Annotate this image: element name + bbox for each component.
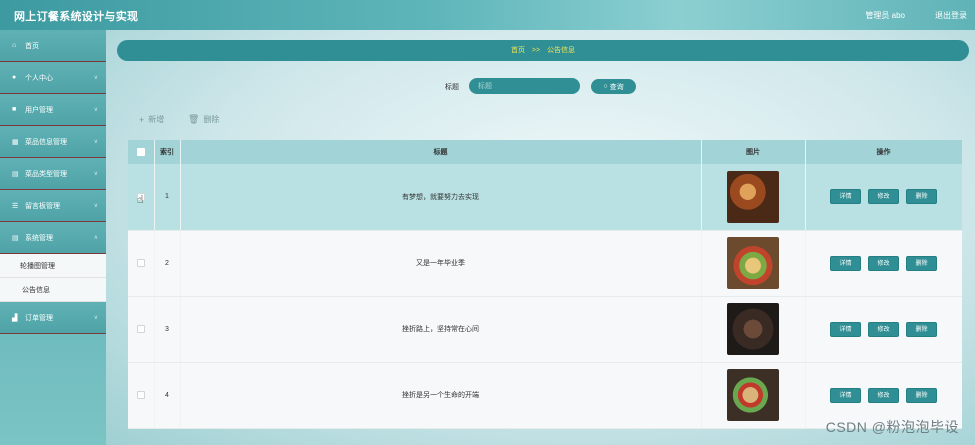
chevron-down-icon: ∨: [93, 315, 98, 321]
chevron-down-icon: ∨: [93, 203, 98, 209]
table-row[interactable]: 3 挫折路上，坚持常在心间 详情 修改 删除: [128, 296, 962, 363]
breadcrumb-home[interactable]: 首页: [511, 47, 525, 54]
sidebar-item-label: 订单管理: [25, 314, 53, 322]
search-button-label: 查询: [609, 83, 624, 91]
food-thumbnail: [727, 170, 779, 223]
admin-label: 管理员 abo: [865, 11, 905, 20]
search-button[interactable]: ○ 查询: [590, 78, 637, 95]
search-input[interactable]: [469, 78, 580, 94]
header-index: 索引: [154, 140, 181, 164]
sidebar-item-dish-types[interactable]: ▤ 菜品类型管理 ∨: [0, 158, 106, 190]
row-delete-button[interactable]: 删除: [906, 189, 937, 205]
sidebar-item-messages[interactable]: ☰ 留言板管理 ∨: [0, 190, 106, 222]
grid-icon: ▦: [12, 138, 19, 146]
add-button[interactable]: + 新增: [139, 114, 164, 125]
row-title: 挫折路上，坚持常在心间: [180, 296, 702, 363]
detail-button[interactable]: 详情: [830, 321, 861, 337]
chevron-down-icon: ∨: [93, 139, 98, 145]
announcement-table: 索引 标题 图片 操作 1 有梦想，就要努力去实现 详情 修改 删除 2 又是一…: [128, 140, 962, 445]
search-icon: ○: [603, 83, 608, 90]
watermark: CSDN @粉泡泡毕设: [825, 419, 959, 435]
sidebar-item-dishes[interactable]: ▦ 菜品信息管理 ∨: [0, 126, 106, 158]
sidebar-item-label: 首页: [25, 42, 39, 50]
user-icon: ●: [12, 74, 17, 81]
search-label: 标题: [445, 84, 459, 91]
breadcrumb-current: 公告信息: [547, 47, 576, 54]
row-delete-button[interactable]: 删除: [906, 321, 937, 337]
delete-button[interactable]: 🗑 删除: [188, 114, 219, 125]
row-title: 挫折是另一个生命的开端: [180, 362, 702, 429]
sidebar-item-label: 个人中心: [25, 74, 53, 82]
chevron-down-icon: ∨: [93, 107, 98, 113]
header-image: 图片: [701, 140, 806, 164]
sidebar-subitem-carousel[interactable]: 轮播图管理: [0, 254, 106, 278]
doc-icon: ▤: [12, 170, 19, 178]
sidebar-item-label: 留言板管理: [25, 202, 60, 210]
list-icon: ☰: [12, 202, 19, 210]
sidebar-item-profile[interactable]: ● 个人中心 ∨: [0, 62, 106, 94]
add-button-label: 新增: [148, 115, 165, 124]
select-all-checkbox[interactable]: [136, 148, 145, 156]
trash-icon: 🗑: [188, 114, 200, 124]
detail-button[interactable]: 详情: [830, 189, 861, 205]
row-index: 1: [154, 164, 181, 231]
chevron-down-icon: ∨: [93, 75, 98, 81]
header-title: 标题: [180, 140, 702, 164]
sidebar: ⌂ 首页 ● 个人中心 ∨ ■ 用户管理 ∨ ▦ 菜品信息管理 ∨ ▤ 菜品类型…: [0, 30, 106, 445]
sidebar-item-label: 菜品信息管理: [25, 138, 67, 146]
food-thumbnail: [727, 369, 779, 421]
sidebar-item-home[interactable]: ⌂ 首页: [0, 30, 106, 62]
sidebar-subitem-announcements[interactable]: 公告信息: [0, 278, 106, 302]
chevron-down-icon: ∨: [93, 171, 98, 177]
app-title: 网上订餐系统设计与实现: [14, 11, 139, 23]
plus-icon: +: [139, 114, 145, 125]
system-submenu: 轮播图管理 公告信息: [0, 254, 106, 302]
logout-link[interactable]: 退出登录: [935, 10, 967, 21]
chevron-up-icon: ∧: [93, 235, 98, 241]
row-delete-button[interactable]: 删除: [906, 255, 937, 271]
breadcrumb-separator: >>: [531, 47, 541, 54]
briefcase-icon: ■: [12, 106, 17, 113]
sidebar-item-users[interactable]: ■ 用户管理 ∨: [0, 94, 106, 126]
chart-icon: ▟: [12, 314, 18, 322]
row-index: 4: [154, 362, 181, 429]
breadcrumb: 首页 >> 公告信息: [117, 40, 969, 61]
detail-button[interactable]: 详情: [830, 255, 861, 271]
hand-cursor-icon: ☝: [137, 194, 144, 206]
row-title: 有梦想，就要努力去实现: [180, 164, 702, 231]
detail-button[interactable]: 详情: [830, 387, 861, 403]
doc-icon: ▤: [12, 234, 19, 242]
sidebar-item-orders[interactable]: ▟ 订单管理 ∨: [0, 302, 106, 334]
table-header-row: 索引 标题 图片 操作: [128, 140, 962, 164]
select-all-cell: [128, 140, 155, 164]
edit-button[interactable]: 修改: [868, 255, 899, 271]
row-index: 2: [154, 230, 181, 297]
home-icon: ⌂: [12, 42, 17, 49]
edit-button[interactable]: 修改: [868, 321, 899, 337]
sidebar-item-label: 菜品类型管理: [25, 170, 67, 178]
food-thumbnail: [727, 237, 779, 289]
food-thumbnail: [727, 303, 779, 355]
delete-button-label: 删除: [203, 115, 220, 124]
table-row[interactable]: 2 又是一年毕业季 详情 修改 删除: [128, 230, 962, 297]
main-content: 首页 >> 公告信息 标题 ○ 查询 + 新增 🗑 删除 索引 标题 图片: [106, 30, 975, 445]
table-row[interactable]: 1 有梦想，就要努力去实现 详情 修改 删除: [128, 164, 962, 231]
row-title: 又是一年毕业季: [180, 230, 702, 297]
edit-button[interactable]: 修改: [868, 189, 899, 205]
top-bar: 网上订餐系统设计与实现 管理员 abo 退出登录: [0, 0, 975, 30]
row-checkbox[interactable]: [136, 259, 145, 267]
sidebar-item-system[interactable]: ▤ 系统管理 ∧: [0, 222, 106, 254]
sidebar-item-label: 用户管理: [25, 106, 53, 114]
header-ops: 操作: [805, 140, 962, 164]
row-delete-button[interactable]: 删除: [906, 387, 937, 403]
sidebar-item-label: 系统管理: [25, 234, 53, 242]
row-checkbox[interactable]: [136, 391, 145, 399]
edit-button[interactable]: 修改: [868, 387, 899, 403]
row-checkbox[interactable]: [136, 325, 145, 333]
row-index: 3: [154, 296, 181, 363]
